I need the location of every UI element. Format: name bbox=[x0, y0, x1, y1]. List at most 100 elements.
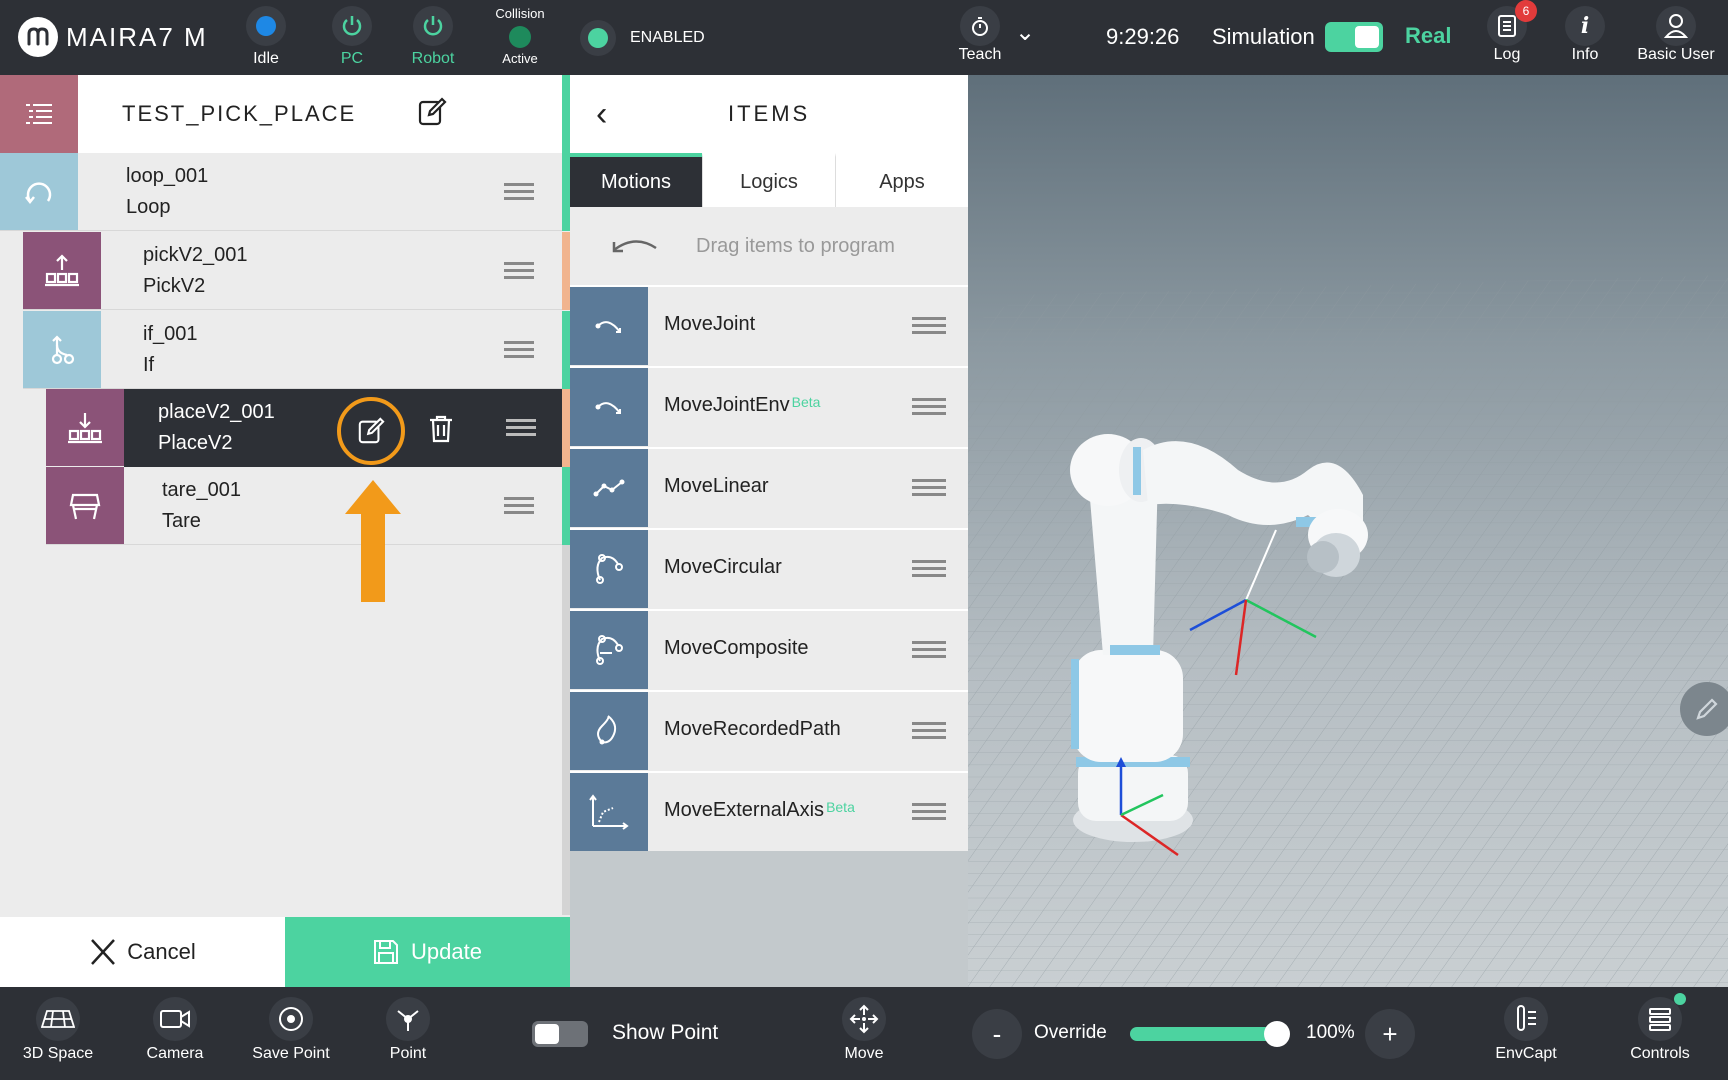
move-arrows-icon bbox=[849, 1004, 879, 1034]
drag-hint-text: Drag items to program bbox=[696, 234, 895, 257]
drag-handle-icon[interactable] bbox=[504, 183, 534, 201]
pen-edit-button[interactable] bbox=[1680, 682, 1728, 736]
trash-icon[interactable] bbox=[428, 414, 454, 444]
motion-item[interactable]: MoveJointEnv Beta bbox=[570, 366, 968, 446]
tab-logics[interactable]: Logics bbox=[702, 153, 835, 207]
envcapt-button[interactable]: EnvCapt bbox=[1476, 997, 1576, 1063]
override-label: Override bbox=[1034, 1022, 1107, 1043]
motion-item[interactable]: MoveLinear bbox=[570, 447, 968, 527]
move-button[interactable]: Move bbox=[814, 997, 914, 1063]
drag-handle-icon[interactable] bbox=[912, 398, 946, 416]
camera-icon bbox=[160, 1010, 190, 1028]
slider-thumb[interactable] bbox=[1264, 1021, 1290, 1047]
teach-button[interactable]: Teach bbox=[940, 6, 1020, 64]
drag-handle-icon[interactable] bbox=[912, 803, 946, 821]
motion-item[interactable]: MoveComposite bbox=[570, 609, 968, 689]
edit-icon[interactable] bbox=[417, 97, 447, 127]
row-accent bbox=[562, 389, 570, 467]
user-icon bbox=[1664, 14, 1688, 38]
items-tabs: Motions Logics Apps bbox=[570, 153, 968, 207]
robot-3d-viewport[interactable] bbox=[968, 75, 1728, 987]
drag-handle-icon[interactable] bbox=[504, 341, 534, 359]
back-chevron-icon[interactable]: ‹ bbox=[596, 95, 607, 134]
override-minus-button[interactable]: - bbox=[972, 1009, 1022, 1059]
motion-item[interactable]: MoveJoint bbox=[570, 285, 968, 365]
robot-status[interactable]: Robot bbox=[393, 6, 473, 68]
idle-status[interactable]: Idle bbox=[226, 6, 306, 68]
point-pin-icon bbox=[397, 1010, 419, 1031]
pc-label: PC bbox=[340, 50, 364, 67]
point-button[interactable]: Point bbox=[358, 997, 458, 1063]
idle-dot-icon bbox=[256, 16, 276, 36]
motion-item[interactable]: MoveCircular bbox=[570, 528, 968, 608]
user-button[interactable]: Basic User bbox=[1630, 6, 1722, 64]
3d-space-button[interactable]: 3D Space bbox=[8, 997, 108, 1063]
3d-space-label: 3D Space bbox=[22, 1045, 94, 1062]
drag-handle-icon[interactable] bbox=[912, 560, 946, 578]
items-title: ITEMS bbox=[728, 101, 811, 126]
info-button[interactable]: i Info bbox=[1540, 6, 1630, 64]
save-point-label: Save Point bbox=[252, 1045, 330, 1062]
drag-handle-icon[interactable] bbox=[506, 419, 536, 437]
row-type: PickV2 bbox=[143, 275, 206, 297]
power-icon bbox=[342, 16, 362, 36]
log-button[interactable]: 6 Log bbox=[1462, 0, 1552, 64]
program-panel: TEST_PICK_PLACE loop_001 Loop pickV2_001… bbox=[0, 75, 570, 987]
enabled-status[interactable]: ENABLED bbox=[580, 20, 705, 56]
motion-item[interactable]: MoveExternalAxis Beta bbox=[570, 771, 968, 851]
override-plus-button[interactable]: + bbox=[1365, 1009, 1415, 1059]
motion-item-label: MoveComposite bbox=[664, 637, 809, 659]
update-button[interactable]: Update bbox=[285, 917, 570, 987]
program-row-place[interactable]: placeV2_001 PlaceV2 bbox=[46, 389, 570, 467]
env-capture-icon bbox=[1517, 1005, 1536, 1031]
camera-button[interactable]: Camera bbox=[125, 997, 225, 1063]
program-row-tare[interactable]: tare_001 Tare bbox=[46, 467, 570, 545]
program-menu-button[interactable] bbox=[0, 75, 78, 153]
row-name: pickV2_001 bbox=[143, 244, 248, 266]
controls-button[interactable]: Controls bbox=[1610, 993, 1710, 1063]
drag-handle-icon[interactable] bbox=[504, 497, 534, 515]
viewport-floor-strip bbox=[570, 851, 968, 987]
row-name: placeV2_001 bbox=[158, 401, 275, 423]
envcapt-label: EnvCapt bbox=[1495, 1045, 1557, 1062]
save-icon bbox=[374, 940, 399, 964]
collision-status[interactable]: Collision Active bbox=[480, 6, 560, 66]
tab-motions[interactable]: Motions bbox=[570, 153, 702, 207]
move-recorded-path-icon bbox=[570, 692, 648, 770]
show-point-toggle[interactable] bbox=[532, 1021, 588, 1047]
program-title: TEST_PICK_PLACE bbox=[122, 101, 357, 126]
log-icon bbox=[1498, 15, 1516, 37]
program-row-if[interactable]: if_001 If bbox=[23, 311, 570, 389]
override-slider[interactable] bbox=[1130, 1021, 1290, 1047]
simulation-label: Simulation bbox=[1212, 24, 1315, 49]
program-row-loop[interactable]: loop_001 Loop bbox=[0, 153, 570, 231]
move-composite-icon bbox=[570, 611, 648, 689]
scrollbar[interactable] bbox=[562, 545, 570, 915]
controls-icon bbox=[1649, 1008, 1671, 1031]
pc-status[interactable]: PC bbox=[312, 6, 392, 68]
edit-row-button[interactable] bbox=[337, 397, 405, 465]
drag-handle-icon[interactable] bbox=[912, 317, 946, 335]
drag-hint: Drag items to program bbox=[570, 207, 968, 285]
drag-handle-icon[interactable] bbox=[912, 479, 946, 497]
cancel-button[interactable]: Cancel bbox=[0, 917, 285, 987]
program-row-pick[interactable]: pickV2_001 PickV2 bbox=[23, 232, 570, 310]
point-label: Point bbox=[389, 1045, 427, 1062]
row-accent bbox=[562, 232, 570, 310]
tab-apps[interactable]: Apps bbox=[835, 153, 968, 207]
simulation-real-toggle[interactable] bbox=[1325, 22, 1383, 52]
chevron-down-icon[interactable]: ⌄ bbox=[1015, 18, 1035, 47]
teach-label: Teach bbox=[958, 46, 1002, 63]
motion-item-label: MoveRecordedPath bbox=[664, 718, 841, 740]
drag-handle-icon[interactable] bbox=[504, 262, 534, 280]
edit-icon bbox=[358, 417, 385, 444]
robot-scene bbox=[968, 275, 1728, 987]
floor-grid bbox=[968, 275, 1728, 987]
drag-handle-icon[interactable] bbox=[912, 641, 946, 659]
drag-handle-icon[interactable] bbox=[912, 722, 946, 740]
log-count-badge: 6 bbox=[1515, 0, 1537, 22]
curved-arrow-icon bbox=[612, 240, 657, 253]
move-joint-icon bbox=[570, 287, 648, 365]
save-point-button[interactable]: Save Point bbox=[241, 997, 341, 1063]
motion-item[interactable]: MoveRecordedPath bbox=[570, 690, 968, 770]
